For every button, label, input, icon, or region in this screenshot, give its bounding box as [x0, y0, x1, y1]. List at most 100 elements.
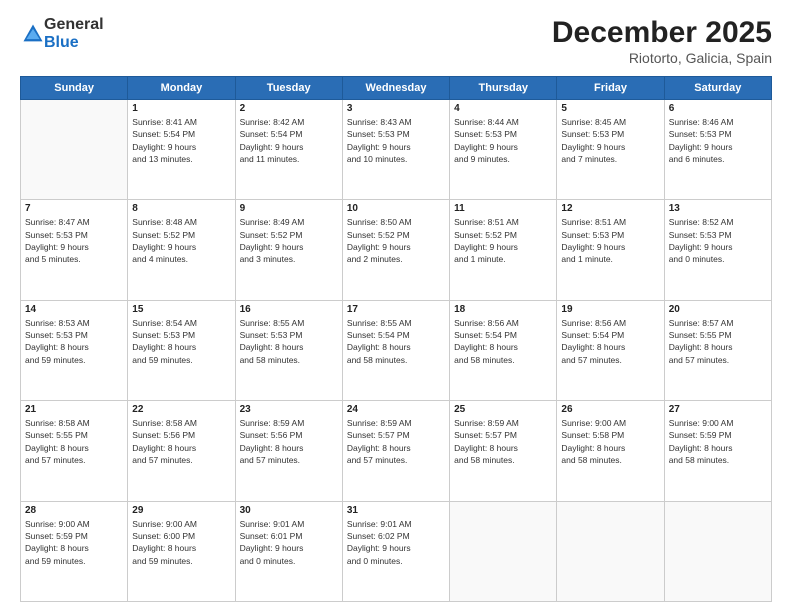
day-detail: Sunrise: 9:00 AM Sunset: 5:59 PM Dayligh…	[669, 417, 767, 466]
logo-general: General	[44, 16, 104, 34]
day-detail: Sunrise: 9:00 AM Sunset: 5:58 PM Dayligh…	[561, 417, 659, 466]
page: General Blue December 2025 Riotorto, Gal…	[0, 0, 792, 612]
day-detail: Sunrise: 8:46 AM Sunset: 5:53 PM Dayligh…	[669, 116, 767, 165]
header: General Blue December 2025 Riotorto, Gal…	[20, 16, 772, 66]
weekday-header-row: SundayMondayTuesdayWednesdayThursdayFrid…	[21, 77, 772, 100]
day-detail: Sunrise: 8:59 AM Sunset: 5:56 PM Dayligh…	[240, 417, 338, 466]
day-number: 9	[240, 203, 338, 214]
day-detail: Sunrise: 8:52 AM Sunset: 5:53 PM Dayligh…	[669, 216, 767, 265]
day-detail: Sunrise: 8:51 AM Sunset: 5:53 PM Dayligh…	[561, 216, 659, 265]
calendar-cell: 27 Sunrise: 9:00 AM Sunset: 5:59 PM Dayli…	[664, 401, 771, 501]
location: Riotorto, Galicia, Spain	[552, 50, 772, 66]
day-detail: Sunrise: 8:44 AM Sunset: 5:53 PM Dayligh…	[454, 116, 552, 165]
calendar-cell: 19Sunrise: 8:56 AM Sunset: 5:54 PM Dayli…	[557, 300, 664, 400]
day-number: 1	[132, 103, 230, 114]
day-number: 23	[240, 404, 338, 415]
calendar-cell	[450, 501, 557, 601]
day-number: 5	[561, 103, 659, 114]
calendar-cell: 11 Sunrise: 8:51 AM Sunset: 5:52 PM Dayli…	[450, 200, 557, 300]
day-detail: Sunrise: 9:01 AM Sunset: 6:01 PM Dayligh…	[240, 518, 338, 567]
day-detail: Sunrise: 8:48 AM Sunset: 5:52 PM Dayligh…	[132, 216, 230, 265]
day-number: 30	[240, 505, 338, 516]
day-detail: Sunrise: 8:58 AM Sunset: 5:55 PM Dayligh…	[25, 417, 123, 466]
calendar-cell: 20Sunrise: 8:57 AM Sunset: 5:55 PM Dayli…	[664, 300, 771, 400]
calendar-cell: 6 Sunrise: 8:46 AM Sunset: 5:53 PM Daylig…	[664, 100, 771, 200]
day-number: 4	[454, 103, 552, 114]
calendar-cell: 4 Sunrise: 8:44 AM Sunset: 5:53 PM Daylig…	[450, 100, 557, 200]
calendar-table: SundayMondayTuesdayWednesdayThursdayFrid…	[20, 76, 772, 602]
logo-blue: Blue	[44, 34, 104, 52]
day-number: 17	[347, 304, 445, 315]
day-detail: Sunrise: 8:59 AM Sunset: 5:57 PM Dayligh…	[347, 417, 445, 466]
weekday-header-sunday: Sunday	[21, 77, 128, 100]
day-number: 26	[561, 404, 659, 415]
day-number: 16	[240, 304, 338, 315]
calendar-cell: 15Sunrise: 8:54 AM Sunset: 5:53 PM Dayli…	[128, 300, 235, 400]
calendar-cell: 16 Sunrise: 8:55 AM Sunset: 5:53 PM Dayli…	[235, 300, 342, 400]
title-block: December 2025 Riotorto, Galicia, Spain	[552, 16, 772, 66]
day-detail: Sunrise: 9:01 AM Sunset: 6:02 PM Dayligh…	[347, 518, 445, 567]
logo-text: General Blue	[44, 16, 104, 51]
day-number: 28	[25, 505, 123, 516]
calendar-cell: 8 Sunrise: 8:48 AM Sunset: 5:52 PM Daylig…	[128, 200, 235, 300]
day-number: 24	[347, 404, 445, 415]
day-detail: Sunrise: 8:47 AM Sunset: 5:53 PM Dayligh…	[25, 216, 123, 265]
day-number: 29	[132, 505, 230, 516]
calendar-cell: 7Sunrise: 8:47 AM Sunset: 5:53 PM Daylig…	[21, 200, 128, 300]
day-number: 8	[132, 203, 230, 214]
logo-icon	[22, 23, 44, 45]
calendar-cell	[21, 100, 128, 200]
weekday-header-wednesday: Wednesday	[342, 77, 449, 100]
weekday-header-monday: Monday	[128, 77, 235, 100]
calendar-cell: 21 Sunrise: 8:58 AM Sunset: 5:55 PM Dayli…	[21, 401, 128, 501]
calendar-cell: 25Sunrise: 8:59 AM Sunset: 5:57 PM Dayli…	[450, 401, 557, 501]
day-number: 2	[240, 103, 338, 114]
day-detail: Sunrise: 8:53 AM Sunset: 5:53 PM Dayligh…	[25, 317, 123, 366]
calendar-cell: 5 Sunrise: 8:45 AM Sunset: 5:53 PM Daylig…	[557, 100, 664, 200]
day-detail: Sunrise: 8:55 AM Sunset: 5:53 PM Dayligh…	[240, 317, 338, 366]
calendar-cell: 12 Sunrise: 8:51 AM Sunset: 5:53 PM Dayli…	[557, 200, 664, 300]
day-number: 11	[454, 203, 552, 214]
day-number: 18	[454, 304, 552, 315]
day-number: 6	[669, 103, 767, 114]
day-detail: Sunrise: 9:00 AM Sunset: 6:00 PM Dayligh…	[132, 518, 230, 567]
day-number: 10	[347, 203, 445, 214]
calendar-cell: 13 Sunrise: 8:52 AM Sunset: 5:53 PM Dayli…	[664, 200, 771, 300]
month-title: December 2025	[552, 16, 772, 50]
day-number: 12	[561, 203, 659, 214]
day-number: 21	[25, 404, 123, 415]
day-number: 13	[669, 203, 767, 214]
day-number: 14	[25, 304, 123, 315]
calendar-cell	[557, 501, 664, 601]
weekday-header-saturday: Saturday	[664, 77, 771, 100]
week-row-3: 14 Sunrise: 8:53 AM Sunset: 5:53 PM Dayli…	[21, 300, 772, 400]
day-number: 27	[669, 404, 767, 415]
calendar-cell: 18Sunrise: 8:56 AM Sunset: 5:54 PM Dayli…	[450, 300, 557, 400]
week-row-1: 1 Sunrise: 8:41 AM Sunset: 5:54 PM Daylig…	[21, 100, 772, 200]
day-number: 20	[669, 304, 767, 315]
week-row-2: 7Sunrise: 8:47 AM Sunset: 5:53 PM Daylig…	[21, 200, 772, 300]
day-detail: Sunrise: 8:42 AM Sunset: 5:54 PM Dayligh…	[240, 116, 338, 165]
day-detail: Sunrise: 8:45 AM Sunset: 5:53 PM Dayligh…	[561, 116, 659, 165]
calendar-cell	[664, 501, 771, 601]
day-number: 22	[132, 404, 230, 415]
calendar-cell: 31 Sunrise: 9:01 AM Sunset: 6:02 PM Dayli…	[342, 501, 449, 601]
day-detail: Sunrise: 8:58 AM Sunset: 5:56 PM Dayligh…	[132, 417, 230, 466]
weekday-header-thursday: Thursday	[450, 77, 557, 100]
calendar-cell: 30 Sunrise: 9:01 AM Sunset: 6:01 PM Dayli…	[235, 501, 342, 601]
weekday-header-tuesday: Tuesday	[235, 77, 342, 100]
day-detail: Sunrise: 8:59 AM Sunset: 5:57 PM Dayligh…	[454, 417, 552, 466]
calendar-cell: 24 Sunrise: 8:59 AM Sunset: 5:57 PM Dayli…	[342, 401, 449, 501]
calendar-cell: 22 Sunrise: 8:58 AM Sunset: 5:56 PM Dayli…	[128, 401, 235, 501]
calendar-cell: 28 Sunrise: 9:00 AM Sunset: 5:59 PM Dayli…	[21, 501, 128, 601]
weekday-header-friday: Friday	[557, 77, 664, 100]
day-number: 3	[347, 103, 445, 114]
day-number: 31	[347, 505, 445, 516]
day-detail: Sunrise: 8:56 AM Sunset: 5:54 PM Dayligh…	[561, 317, 659, 366]
day-detail: Sunrise: 8:43 AM Sunset: 5:53 PM Dayligh…	[347, 116, 445, 165]
calendar-cell: 17Sunrise: 8:55 AM Sunset: 5:54 PM Dayli…	[342, 300, 449, 400]
day-detail: Sunrise: 8:51 AM Sunset: 5:52 PM Dayligh…	[454, 216, 552, 265]
day-detail: Sunrise: 9:00 AM Sunset: 5:59 PM Dayligh…	[25, 518, 123, 567]
calendar-cell: 3 Sunrise: 8:43 AM Sunset: 5:53 PM Daylig…	[342, 100, 449, 200]
day-detail: Sunrise: 8:41 AM Sunset: 5:54 PM Dayligh…	[132, 116, 230, 165]
